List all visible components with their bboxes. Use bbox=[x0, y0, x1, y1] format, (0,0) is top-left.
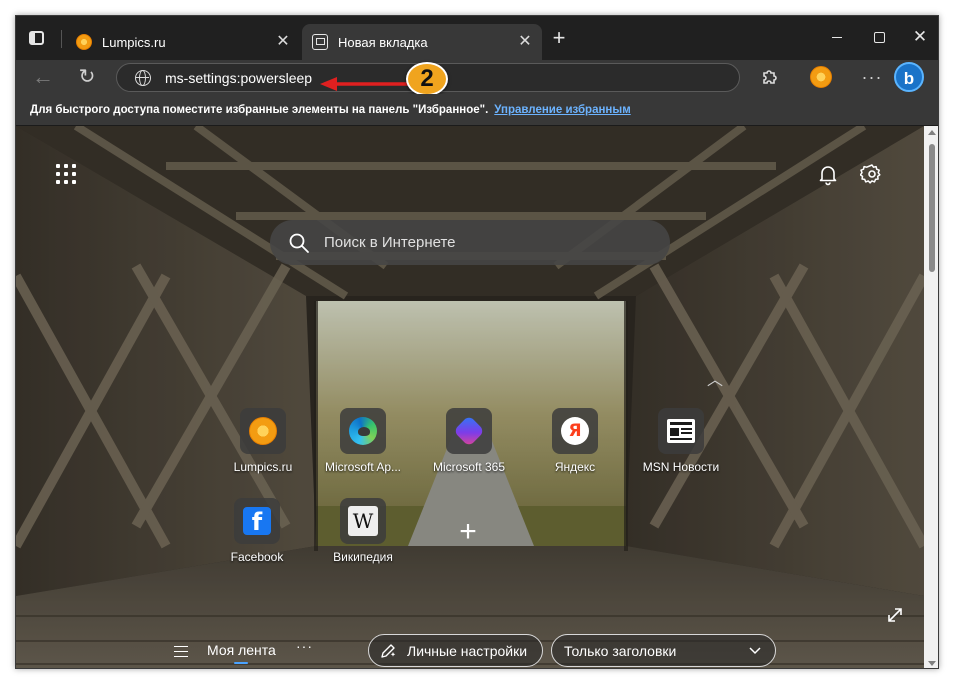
quick-link-msn-news[interactable]: MSN Новости bbox=[632, 408, 730, 492]
extensions-button[interactable] bbox=[754, 62, 784, 92]
tab-actions-button[interactable] bbox=[26, 27, 48, 49]
annotation-arrow bbox=[320, 77, 418, 91]
add-site-button[interactable]: + bbox=[456, 517, 480, 547]
edge-icon bbox=[349, 417, 377, 445]
active-tab-indicator bbox=[234, 662, 248, 664]
personalize-label: Личные настройки bbox=[407, 642, 528, 659]
wikipedia-icon: W bbox=[348, 506, 378, 536]
new-tab-icon bbox=[312, 34, 328, 50]
feed-bar: Моя лента ··· Личные настройки Только за… bbox=[16, 630, 924, 668]
msn-news-icon bbox=[667, 419, 695, 443]
quick-link-icon-box: f bbox=[234, 498, 280, 544]
quick-link-label: Яндекс bbox=[554, 460, 596, 474]
quick-link-label: MSN Новости bbox=[642, 460, 720, 474]
avatar bbox=[810, 66, 832, 88]
chevron-down-icon bbox=[749, 646, 761, 654]
quick-link-microsoft-365[interactable]: Microsoft 365 bbox=[420, 408, 518, 492]
quick-link-lumpics[interactable]: Lumpics.ru bbox=[214, 408, 312, 492]
close-icon[interactable]: ✕ bbox=[274, 33, 292, 51]
maximize-button[interactable] bbox=[868, 26, 890, 48]
scroll-up-arrow[interactable] bbox=[928, 130, 936, 135]
tab-title: Новая вкладка bbox=[338, 34, 428, 50]
bell-icon[interactable] bbox=[816, 162, 840, 186]
scroll-down-arrow[interactable] bbox=[928, 661, 936, 666]
quick-link-label: Lumpics.ru bbox=[233, 460, 293, 474]
expand-icon[interactable] bbox=[886, 606, 904, 624]
quick-link-yandex[interactable]: Я Яндекс bbox=[526, 408, 624, 492]
search-placeholder: Поиск в Интернете bbox=[324, 234, 456, 251]
yandex-icon: Я bbox=[561, 417, 589, 445]
tab-new-tab[interactable]: Новая вкладка ✕ bbox=[302, 24, 542, 60]
page-scrollbar[interactable] bbox=[924, 126, 938, 668]
annotation-badge: 2 bbox=[406, 62, 448, 96]
search-icon bbox=[289, 233, 309, 253]
gear-icon[interactable] bbox=[860, 162, 884, 186]
background-image bbox=[16, 126, 924, 668]
address-value[interactable]: ms-settings:powersleep bbox=[165, 70, 312, 86]
new-tab-button[interactable]: + bbox=[548, 27, 570, 50]
tab-strip: Lumpics.ru ✕ Новая вкладка ✕ + ✕ bbox=[16, 16, 938, 60]
globe-icon bbox=[135, 69, 151, 86]
facebook-icon: f bbox=[243, 507, 271, 536]
quick-link-microsoft-apps[interactable]: Microsoft Ap... bbox=[314, 408, 412, 492]
new-tab-page: Поиск в Интернете ︿ Lumpics.ru Microsoft… bbox=[16, 126, 924, 668]
pencil-sparkle-icon bbox=[381, 643, 396, 658]
bing-copilot-button[interactable]: b bbox=[894, 62, 924, 92]
orange-icon bbox=[249, 417, 277, 445]
my-feed-tab[interactable]: Моя лента bbox=[207, 642, 276, 658]
tab-separator bbox=[61, 30, 62, 48]
quick-link-label: Microsoft Ap... bbox=[324, 460, 402, 474]
microsoft-365-icon bbox=[453, 415, 485, 447]
tab-title: Lumpics.ru bbox=[102, 34, 166, 50]
favorites-bar-message: Для быстрого доступа поместите избранные… bbox=[30, 103, 489, 116]
favorites-bar: Для быстрого доступа поместите избранные… bbox=[16, 94, 938, 126]
apps-launcher-icon[interactable] bbox=[56, 164, 78, 186]
tab-lumpics[interactable]: Lumpics.ru ✕ bbox=[66, 24, 300, 60]
web-search-box[interactable]: Поиск в Интернете bbox=[270, 220, 670, 265]
quick-link-icon-box: Я bbox=[552, 408, 598, 454]
chevron-up-icon[interactable]: ︿ bbox=[706, 366, 724, 389]
quick-link-facebook[interactable]: f Facebook bbox=[208, 498, 306, 582]
close-icon[interactable]: ✕ bbox=[516, 33, 534, 51]
more-button[interactable]: ··· bbox=[857, 62, 887, 92]
quick-link-label: Microsoft 365 bbox=[432, 460, 506, 474]
quick-link-icon-box bbox=[340, 408, 386, 454]
feed-more-button[interactable]: ··· bbox=[296, 638, 313, 654]
personalize-button[interactable]: Личные настройки bbox=[368, 634, 543, 667]
quick-link-icon-box bbox=[446, 408, 492, 454]
layout-dropdown[interactable]: Только заголовки bbox=[551, 634, 776, 667]
browser-window: Lumpics.ru ✕ Новая вкладка ✕ + ✕ ← ↻ ms-… bbox=[15, 15, 939, 669]
tab-actions-icon bbox=[29, 31, 44, 45]
quick-link-wikipedia[interactable]: W Википедия bbox=[314, 498, 412, 582]
quick-link-icon-box: W bbox=[340, 498, 386, 544]
puzzle-icon bbox=[763, 70, 777, 84]
quick-link-icon-box bbox=[658, 408, 704, 454]
toolbar: ← ↻ ms-settings:powersleep 2 ··· b bbox=[16, 60, 938, 96]
window-close-button[interactable]: ✕ bbox=[909, 26, 931, 48]
menu-icon[interactable] bbox=[174, 646, 188, 657]
refresh-button[interactable]: ↻ bbox=[72, 62, 102, 92]
orange-icon bbox=[76, 34, 92, 50]
profile-button[interactable] bbox=[806, 62, 836, 92]
minimize-button[interactable] bbox=[826, 26, 848, 48]
quick-link-label: Facebook bbox=[230, 550, 284, 564]
quick-link-label: Википедия bbox=[333, 550, 393, 564]
back-button[interactable]: ← bbox=[28, 62, 58, 92]
scroll-thumb[interactable] bbox=[929, 144, 935, 272]
quick-link-icon-box bbox=[240, 408, 286, 454]
manage-favorites-link[interactable]: Управление избранным bbox=[494, 104, 630, 116]
layout-selected-value: Только заголовки bbox=[564, 642, 677, 659]
